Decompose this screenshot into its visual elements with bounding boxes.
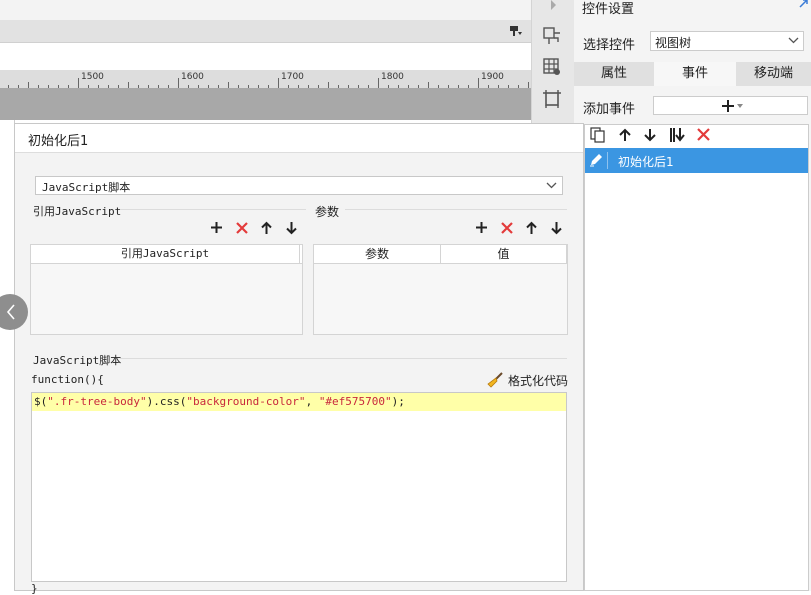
function-header: function(){ bbox=[31, 373, 104, 386]
select-widget-label: 选择控件 bbox=[583, 38, 636, 53]
move-bottom-icon[interactable] bbox=[668, 127, 686, 143]
param-down-icon[interactable] bbox=[550, 221, 563, 235]
param-value-column-header: 值 bbox=[441, 245, 567, 263]
ruler-tick bbox=[178, 78, 179, 88]
params-table-header: 参数 值 bbox=[314, 245, 567, 264]
ruler-tick bbox=[378, 78, 379, 88]
ruler-label: 1700 bbox=[281, 72, 304, 82]
code-editor[interactable] bbox=[31, 392, 567, 582]
ruler-label: 1500 bbox=[81, 72, 104, 82]
collapse-arrow-icon[interactable] bbox=[550, 0, 558, 10]
code-arg2-string: "#ef575700" bbox=[318, 395, 392, 408]
add-ref-js-icon[interactable] bbox=[210, 221, 223, 234]
dialog-title: 初始化后1 bbox=[28, 134, 89, 149]
add-event-label: 添加事件 bbox=[583, 102, 636, 117]
delete-icon[interactable] bbox=[696, 127, 711, 142]
code-method: ).css( bbox=[146, 395, 187, 408]
crop-frame-icon[interactable] bbox=[542, 89, 562, 109]
event-type-select[interactable]: JavaScript脚本 bbox=[35, 176, 563, 195]
params-table[interactable]: 参数 值 bbox=[313, 244, 568, 335]
plus-icon bbox=[721, 99, 735, 113]
horizontal-ruler: 1500 1600 1700 1800 1900 bbox=[0, 70, 531, 89]
event-item-label: 初始化后1 bbox=[618, 155, 674, 169]
highlighted-code-line: $(".fr-tree-body").css("background-color… bbox=[32, 393, 566, 411]
edit-pencil-icon[interactable] bbox=[588, 152, 608, 169]
ruler-tick bbox=[78, 78, 79, 88]
broom-icon bbox=[487, 372, 503, 388]
dialog-title-bar bbox=[15, 124, 583, 153]
section-divider bbox=[345, 209, 567, 210]
ruler-tick bbox=[278, 78, 279, 88]
tab-mobile[interactable]: 移动端 bbox=[736, 62, 811, 86]
ref-js-down-icon[interactable] bbox=[285, 221, 298, 235]
delete-param-icon[interactable] bbox=[500, 221, 514, 235]
move-up-icon[interactable] bbox=[618, 128, 632, 142]
widget-select-value: 视图树 bbox=[655, 36, 692, 50]
ref-js-section-label: 引用JavaScript bbox=[33, 205, 122, 218]
table-widget-icon[interactable] bbox=[542, 57, 562, 77]
format-code-label: 格式化代码 bbox=[508, 374, 569, 388]
widget-select[interactable]: 视图树 bbox=[650, 31, 804, 51]
caret-down-icon bbox=[737, 104, 743, 108]
design-canvas bbox=[0, 88, 531, 120]
paint-format-icon[interactable] bbox=[509, 24, 523, 38]
code-comma: , bbox=[305, 395, 319, 408]
params-section-label: 参数 bbox=[315, 205, 340, 219]
panel-title: 控件设置 bbox=[582, 2, 635, 17]
ruler-label: 1600 bbox=[181, 72, 204, 82]
function-closing: } bbox=[31, 582, 38, 595]
ruler-label: 1900 bbox=[481, 72, 504, 82]
add-event-dropdown[interactable] bbox=[653, 96, 808, 115]
ref-js-table-header: 引用JavaScript bbox=[31, 245, 302, 264]
canvas-top-area bbox=[0, 0, 531, 20]
pin-icon[interactable] bbox=[799, 0, 809, 8]
event-type-value: JavaScript脚本 bbox=[42, 181, 131, 194]
code-dollar: $( bbox=[34, 395, 48, 408]
canvas-toolbar bbox=[0, 20, 531, 43]
tab-properties[interactable]: 属性 bbox=[574, 62, 654, 86]
code-line-text: $(".fr-tree-body").css("background-color… bbox=[34, 395, 405, 408]
add-param-icon[interactable] bbox=[475, 221, 488, 234]
code-arg1-string: "background-color" bbox=[186, 395, 306, 408]
ruler-label: 1800 bbox=[381, 72, 404, 82]
delete-ref-js-icon[interactable] bbox=[235, 221, 249, 235]
chevron-down-icon bbox=[788, 37, 799, 44]
param-name-column-header: 参数 bbox=[314, 245, 441, 263]
section-divider bbox=[120, 209, 306, 210]
chevron-left-icon bbox=[6, 304, 16, 320]
event-list-panel bbox=[584, 124, 809, 591]
ruler-tick bbox=[478, 78, 479, 88]
event-list-item[interactable]: 初始化后1 bbox=[585, 148, 808, 173]
script-section-label: JavaScript脚本 bbox=[33, 354, 122, 367]
ref-js-column-header: 引用JavaScript bbox=[31, 245, 300, 263]
code-selector-string: ".fr-tree-body" bbox=[47, 395, 147, 408]
panel-tabs: 属性 事件 移动端 bbox=[574, 62, 811, 86]
layout-grid-icon[interactable] bbox=[542, 26, 562, 46]
copy-icon[interactable] bbox=[590, 127, 606, 143]
param-up-icon[interactable] bbox=[525, 221, 538, 235]
tab-events[interactable]: 事件 bbox=[654, 62, 736, 86]
ref-js-up-icon[interactable] bbox=[260, 221, 273, 235]
code-end: ); bbox=[391, 395, 405, 408]
ref-js-table[interactable]: 引用JavaScript bbox=[30, 244, 303, 335]
canvas-left-strip bbox=[0, 120, 15, 591]
chevron-down-icon bbox=[546, 182, 557, 189]
move-down-icon[interactable] bbox=[643, 128, 657, 142]
section-divider bbox=[120, 358, 567, 359]
